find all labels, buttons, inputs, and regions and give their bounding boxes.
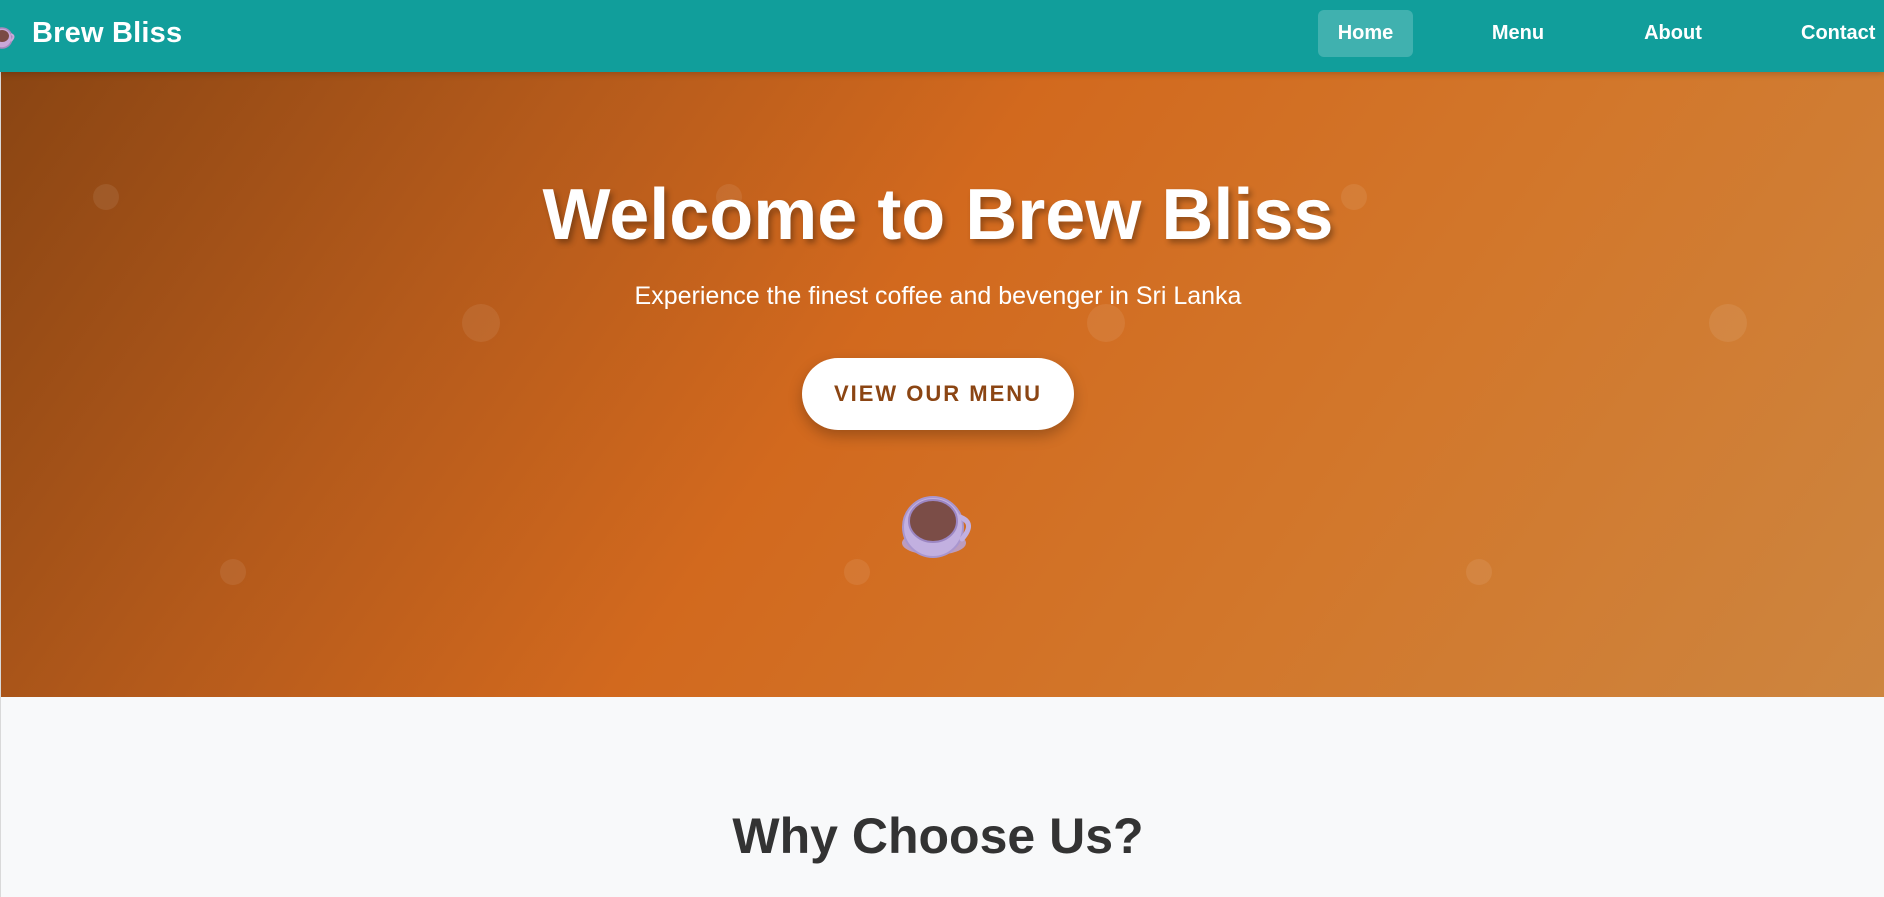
nav-links: Home Menu About Contact (0, 0, 1884, 72)
hero-subtitle: Experience the finest coffee and bevenge… (634, 282, 1242, 310)
decorative-dot (220, 559, 246, 585)
decorative-dot (844, 559, 870, 585)
features-heading: Why Choose Us? (732, 808, 1144, 864)
decorative-dot (1466, 559, 1492, 585)
features-section: Why Choose Us? (0, 697, 1884, 897)
nav-link-about[interactable]: About (1630, 10, 1716, 57)
coffee-cup-icon (896, 487, 980, 571)
page: Brew Bliss Home Menu About Contact Welco… (0, 0, 1884, 897)
hero-title: Welcome to Brew Bliss (542, 175, 1334, 255)
nav-link-contact[interactable]: Contact (1788, 10, 1884, 57)
nav-link-menu[interactable]: Menu (1478, 10, 1558, 57)
navbar: Brew Bliss Home Menu About Contact (0, 0, 1884, 72)
nav-link-home[interactable]: Home (1318, 10, 1413, 57)
hero-section: Welcome to Brew Bliss Experience the fin… (0, 72, 1884, 697)
view-menu-button[interactable]: VIEW OUR MENU (802, 358, 1074, 430)
